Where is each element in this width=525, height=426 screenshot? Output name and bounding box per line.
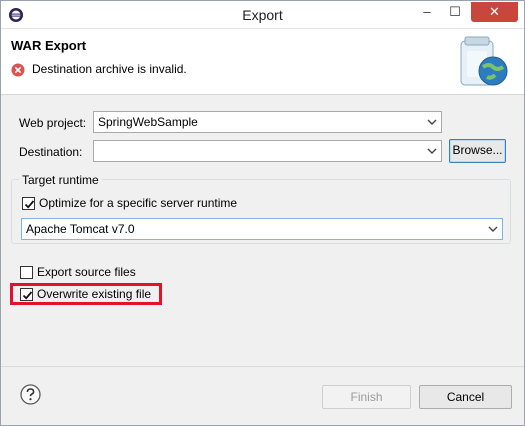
footer-separator bbox=[1, 366, 524, 367]
chevron-down-icon bbox=[426, 116, 438, 128]
checkmark-icon bbox=[24, 200, 35, 209]
cancel-button[interactable]: Cancel bbox=[419, 385, 512, 409]
minimize-button[interactable]: – bbox=[413, 1, 441, 25]
checkbox-checked[interactable] bbox=[22, 197, 35, 210]
chevron-down-icon bbox=[426, 145, 438, 157]
destination-label: Destination: bbox=[19, 145, 83, 159]
server-runtime-value: Apache Tomcat v7.0 bbox=[26, 222, 135, 236]
page-title: WAR Export bbox=[11, 38, 87, 53]
error-icon bbox=[11, 63, 25, 77]
annotation-highlight-box bbox=[10, 283, 162, 305]
web-project-value: SpringWebSample bbox=[98, 115, 198, 129]
web-project-label: Web project: bbox=[19, 116, 87, 130]
destination-combo[interactable] bbox=[93, 140, 442, 162]
checkbox-unchecked[interactable] bbox=[20, 266, 33, 279]
server-runtime-combo[interactable]: Apache Tomcat v7.0 bbox=[21, 218, 503, 240]
web-project-combo[interactable]: SpringWebSample bbox=[93, 111, 442, 133]
export-dialog: Export – ☐ ✕ WAR Export Destination arch… bbox=[0, 0, 525, 426]
chevron-down-icon bbox=[487, 223, 499, 235]
war-jar-globe-icon bbox=[447, 33, 517, 91]
optimize-runtime-label: Optimize for a specific server runtime bbox=[39, 196, 238, 210]
help-icon[interactable] bbox=[20, 384, 41, 405]
error-message: Destination archive is invalid. bbox=[32, 62, 187, 76]
browse-button[interactable]: Browse... bbox=[449, 139, 506, 163]
wizard-banner: WAR Export Destination archive is invali… bbox=[1, 29, 524, 95]
maximize-button[interactable]: ☐ bbox=[441, 1, 469, 25]
close-button[interactable]: ✕ bbox=[471, 2, 518, 22]
title-bar: Export – ☐ ✕ bbox=[1, 1, 524, 29]
target-runtime-legend: Target runtime bbox=[19, 173, 102, 187]
finish-button[interactable]: Finish bbox=[322, 385, 411, 409]
export-source-label: Export source files bbox=[37, 265, 136, 279]
